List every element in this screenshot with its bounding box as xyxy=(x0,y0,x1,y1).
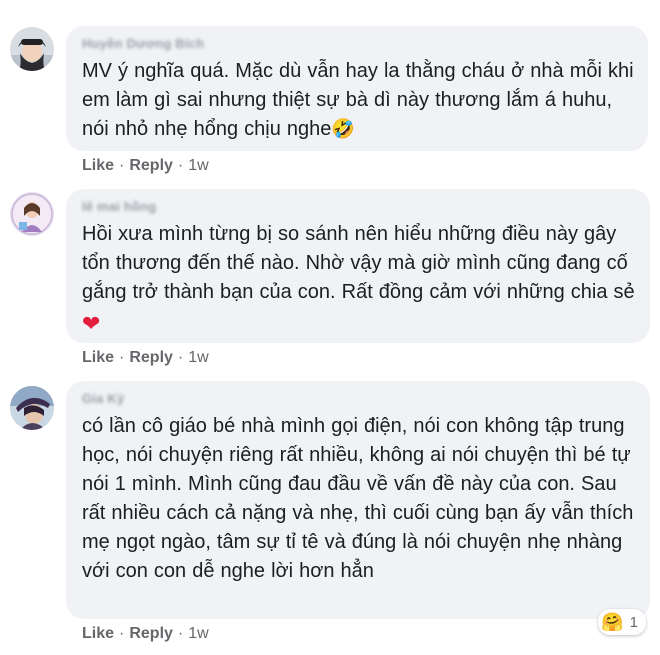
avatar[interactable] xyxy=(10,386,54,430)
comment-timestamp[interactable]: 1w xyxy=(188,349,208,367)
avatar[interactable] xyxy=(10,27,54,71)
comment-bubble: Gia Kỳ có lần cô giáo bé nhà mình gọi đi… xyxy=(66,381,650,619)
comment-author[interactable]: Gia Kỳ xyxy=(82,391,636,409)
comment-actions: Like · Reply · 1w xyxy=(82,157,209,175)
reaction-count: 1 xyxy=(629,613,638,631)
heart-emoji-icon: ❤ xyxy=(82,311,101,336)
comment-bubble: lê mai hồng Hồi xưa mình từng bị so sánh… xyxy=(66,189,650,343)
comment-actions: Like · Reply · 1w xyxy=(82,349,209,367)
comment-actions: Like · Reply · 1w xyxy=(82,625,209,643)
like-button[interactable]: Like xyxy=(82,349,114,367)
comment-timestamp[interactable]: 1w xyxy=(188,157,208,175)
comment-text: Hồi xưa mình từng bị so sánh nên hiểu nh… xyxy=(82,223,635,336)
like-button[interactable]: Like xyxy=(82,625,114,643)
comment-text: có lần cô giáo bé nhà mình gọi điện, nói… xyxy=(82,415,634,582)
comment-bubble: Huyền Dương Bích MV ý nghĩa quá. Mặc dù … xyxy=(66,26,648,151)
comment-author[interactable]: Huyền Dương Bích xyxy=(82,36,634,54)
rofl-emoji-icon: 🤣 xyxy=(331,119,356,140)
reaction-summary[interactable]: 🤗 1 xyxy=(598,609,646,635)
care-reaction-icon: 🤗 xyxy=(601,611,624,632)
avatar[interactable] xyxy=(10,192,54,236)
reply-button[interactable]: Reply xyxy=(129,349,173,367)
comment-text: MV ý nghĩa quá. Mặc dù vẫn hay la thằng … xyxy=(82,60,634,140)
reply-button[interactable]: Reply xyxy=(129,625,173,643)
like-button[interactable]: Like xyxy=(82,157,114,175)
comment-author[interactable]: lê mai hồng xyxy=(82,199,636,217)
comment-timestamp[interactable]: 1w xyxy=(188,625,208,643)
reply-button[interactable]: Reply xyxy=(129,157,173,175)
